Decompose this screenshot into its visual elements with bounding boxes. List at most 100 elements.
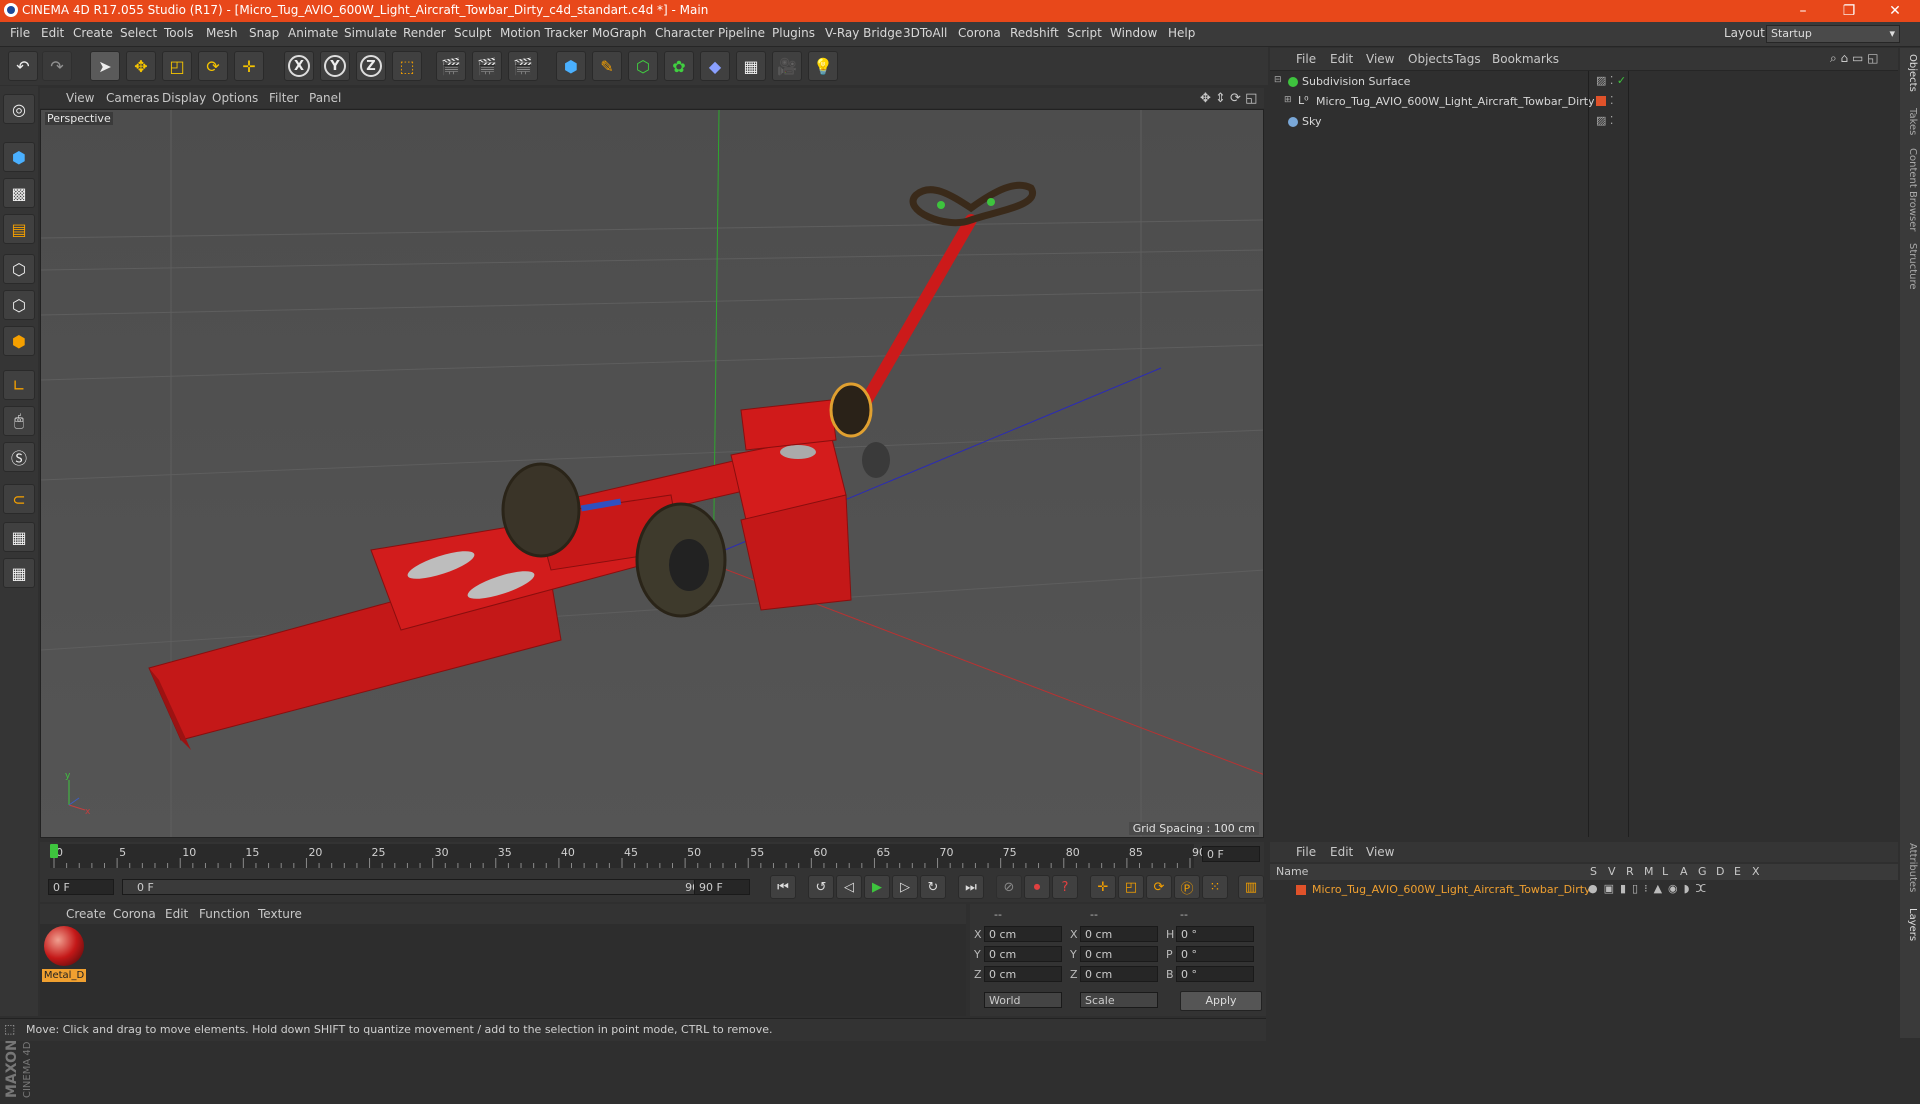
render-settings-button[interactable]: 🎬 — [508, 51, 538, 81]
layer-row[interactable]: Micro_Tug_AVIO_600W_Light_Aircraft_Towba… — [1270, 882, 1898, 898]
rot-b-field[interactable]: 0 ° — [1176, 966, 1254, 982]
object-row[interactable]: ⊟ Subdivision Surface ▨ ⁚ ✓ — [1270, 73, 1898, 91]
end-frame-field[interactable]: 90 F — [694, 879, 750, 895]
key-pla-button[interactable]: ⁙ — [1202, 875, 1228, 899]
menu-tools[interactable]: Tools — [164, 26, 194, 40]
keyframe-selection-button[interactable]: ? — [1052, 875, 1078, 899]
subdivision-button[interactable]: ⬡ — [628, 51, 658, 81]
size-y-field[interactable]: 0 cm — [1080, 946, 1158, 962]
menu-window[interactable]: Window — [1110, 26, 1157, 40]
material-menu-function[interactable]: Function — [199, 907, 250, 921]
key-position-button[interactable]: ✛ — [1090, 875, 1116, 899]
coordinate-system-button[interactable]: ⬚ — [392, 51, 422, 81]
material-menu-corona[interactable]: Corona — [113, 907, 156, 921]
timeline-button[interactable]: ▥ — [1238, 875, 1264, 899]
apply-button[interactable]: Apply — [1180, 991, 1262, 1011]
layer-toggles-icons[interactable]: ●▣▮▯⁝▲◉◗ⵋ — [1588, 882, 1712, 895]
menu-3dtoall[interactable]: 3DToAll — [903, 26, 947, 40]
key-rotation-button[interactable]: ⟳ — [1146, 875, 1172, 899]
snap-button[interactable]: Ⓢ — [3, 442, 35, 472]
menu-character[interactable]: Character — [655, 26, 714, 40]
menu-help[interactable]: Help — [1168, 26, 1195, 40]
side-tab-takes[interactable]: Takes — [1902, 108, 1918, 135]
obj-menu-file[interactable]: File — [1296, 52, 1316, 66]
visibility-toggle-icon[interactable]: ▨ ⁚ — [1596, 114, 1613, 127]
z-axis-button[interactable]: Z — [356, 51, 386, 81]
close-button[interactable]: ✕ — [1872, 0, 1918, 22]
search-icon[interactable]: ⌕ ⌂ ▭ ◱ — [1830, 51, 1878, 66]
side-tab-objects[interactable]: Objects — [1902, 54, 1918, 92]
planar-workplane-button[interactable]: ▦ — [3, 558, 35, 588]
obj-menu-tags[interactable]: Tags — [1454, 52, 1481, 66]
floor-button[interactable]: ▦ — [736, 51, 766, 81]
timeline-ruler[interactable]: 0 5 10 15 20 25 30 35 40 45 50 55 60 65 70 75 80 85 90 0 F — [40, 842, 1264, 872]
menu-pipeline[interactable]: Pipeline — [718, 26, 765, 40]
side-tab-attributes[interactable]: Attributes — [1902, 843, 1918, 892]
side-tab-layers[interactable]: Layers — [1902, 908, 1918, 941]
menu-mesh[interactable]: Mesh — [206, 26, 238, 40]
record-active-button[interactable]: ⊘ — [996, 875, 1022, 899]
menu-corona[interactable]: Corona — [958, 26, 1001, 40]
collapse-icon[interactable]: ⊟ — [1274, 75, 1282, 85]
object-row[interactable]: ⊞ L⁰ Micro_Tug_AVIO_600W_Light_Aircraft_… — [1270, 93, 1898, 111]
expand-icon[interactable]: ⊞ — [1284, 95, 1292, 105]
layer-menu-edit[interactable]: Edit — [1330, 845, 1353, 859]
layer-color-swatch[interactable] — [1296, 885, 1306, 895]
playhead-marker[interactable] — [50, 844, 58, 858]
menu-simulate[interactable]: Simulate — [344, 26, 397, 40]
restore-button[interactable]: ❐ — [1826, 0, 1872, 22]
locked-workplane-button[interactable]: ▦ — [3, 522, 35, 552]
undo-button[interactable]: ↶ — [8, 51, 38, 81]
viewport-perspective[interactable]: y x Perspective Grid Spacing : 100 cm — [40, 109, 1264, 838]
autokey-button[interactable]: ⏺ — [1024, 875, 1050, 899]
x-axis-button[interactable]: X — [284, 51, 314, 81]
menu-vray-bridge[interactable]: V-Ray Bridge — [825, 26, 902, 40]
frame-range-slider[interactable]: 0 F 90 F — [122, 879, 722, 895]
polygons-mode-button[interactable]: ⬢ — [3, 326, 35, 356]
menu-render[interactable]: Render — [403, 26, 446, 40]
menu-redshift[interactable]: Redshift — [1010, 26, 1059, 40]
light-button[interactable]: 💡 — [808, 51, 838, 81]
world-select[interactable]: World — [984, 992, 1062, 1008]
rot-h-field[interactable]: 0 ° — [1176, 926, 1254, 942]
viewport-navigation-icons[interactable]: ✥ ⇕ ⟳ ◱ — [1200, 91, 1257, 106]
size-x-field[interactable]: 0 cm — [1080, 926, 1158, 942]
minimize-button[interactable]: – — [1780, 0, 1826, 22]
visibility-toggle-icon[interactable]: ▨ ⁚ ✓ — [1596, 74, 1626, 87]
rot-p-field[interactable]: 0 ° — [1176, 946, 1254, 962]
viewport-menu-options[interactable]: Options — [212, 91, 258, 105]
material-menu-create[interactable]: Create — [66, 907, 106, 921]
render-picture-viewer-button[interactable]: 🎬 — [472, 51, 502, 81]
material-menu-texture[interactable]: Texture — [258, 907, 302, 921]
pen-button[interactable]: ✎ — [592, 51, 622, 81]
render-view-button[interactable]: 🎬 — [436, 51, 466, 81]
next-frame-button[interactable]: ▷ — [892, 875, 918, 899]
material-menu-edit[interactable]: Edit — [165, 907, 188, 921]
menu-animate[interactable]: Animate — [288, 26, 338, 40]
size-z-field[interactable]: 0 cm — [1080, 966, 1158, 982]
previous-key-button[interactable]: ↺ — [808, 875, 834, 899]
obj-menu-objects[interactable]: Objects — [1408, 52, 1453, 66]
menu-edit[interactable]: Edit — [41, 26, 64, 40]
edges-mode-button[interactable]: ⬡ — [3, 290, 35, 320]
side-tab-structure[interactable]: Structure — [1902, 243, 1918, 290]
viewport-menu-panel[interactable]: Panel — [309, 91, 341, 105]
start-frame-field[interactable]: 0 F — [48, 879, 114, 895]
menu-motion-tracker[interactable]: Motion Tracker — [500, 26, 588, 40]
previous-frame-button[interactable]: ◁ — [836, 875, 862, 899]
cloner-button[interactable]: ✿ — [664, 51, 694, 81]
menu-snap[interactable]: Snap — [249, 26, 279, 40]
obj-menu-bookmarks[interactable]: Bookmarks — [1492, 52, 1559, 66]
layer-menu-file[interactable]: File — [1296, 845, 1316, 859]
workplane-button[interactable]: ▤ — [3, 214, 35, 244]
visibility-dots-icon[interactable]: ⁚ — [1610, 94, 1614, 107]
layer-menu-view[interactable]: View — [1366, 845, 1394, 859]
rotate-tool-button[interactable]: ⟳ — [198, 51, 228, 81]
scale-select[interactable]: Scale — [1080, 992, 1158, 1008]
object-row[interactable]: Sky ▨ ⁚ — [1270, 113, 1898, 131]
go-to-end-button[interactable]: ⏭ — [958, 875, 984, 899]
live-select-button[interactable]: ✛ — [234, 51, 264, 81]
menu-plugins[interactable]: Plugins — [772, 26, 815, 40]
menu-mograph[interactable]: MoGraph — [592, 26, 647, 40]
viewport-menu-display[interactable]: Display — [162, 91, 206, 105]
